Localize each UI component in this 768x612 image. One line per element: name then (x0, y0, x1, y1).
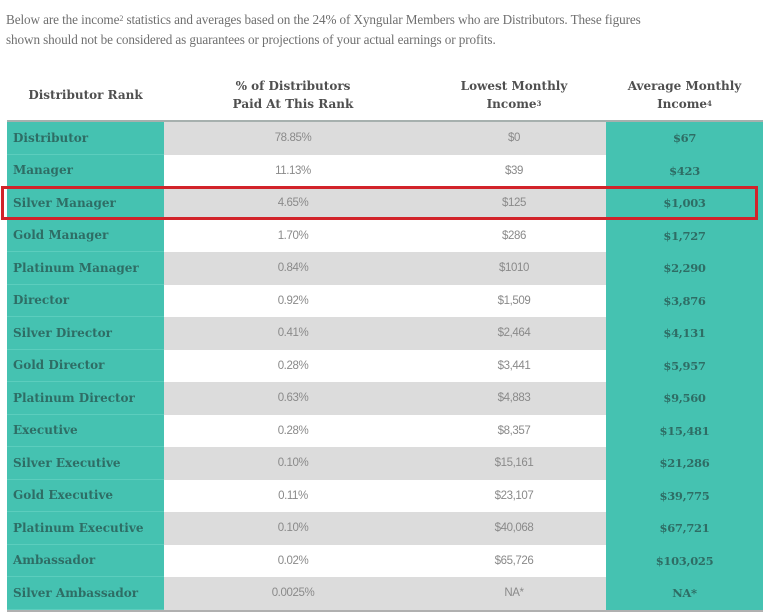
percent-cell: 1.70% (164, 219, 422, 252)
percent-cell: 0.63% (164, 382, 422, 415)
percent-cell: 0.10% (164, 447, 422, 480)
average-income-cell: $67,721 (606, 512, 763, 545)
average-income-cell: $103,025 (606, 544, 763, 577)
footnote-marker: 2 (119, 14, 124, 23)
table-row: Platinum Manager 0.84% $1010 $2,290 (7, 252, 763, 285)
table-row: Manager 11.13% $39 $423 (7, 154, 763, 187)
percent-cell: 0.10% (164, 512, 422, 545)
average-income-cell: NA* (606, 577, 763, 610)
average-income-cell: $9,560 (606, 382, 763, 415)
rank-cell: Ambassador (7, 544, 164, 577)
header-lowest-income: Lowest Monthly Income3 (460, 79, 568, 111)
rank-cell: Gold Executive (7, 479, 164, 512)
table-row: Silver Director 0.41% $2,464 $4,131 (7, 317, 763, 350)
rank-cell: Manager (7, 154, 164, 187)
table-row: Silver Ambassador 0.0025% NA* NA* (7, 577, 763, 610)
header-average-income: Average Monthly Income4 (627, 79, 742, 111)
table-row: Silver Manager 4.65% $125 $1,003 (7, 187, 763, 220)
header-rank: Distributor Rank (28, 88, 143, 102)
income-statistics-table: Distributor Rank % of Distributors Paid A… (1, 70, 763, 612)
intro-paragraph: Below are the income2 statistics and ave… (6, 10, 768, 50)
percent-cell: 0.92% (164, 284, 422, 317)
lowest-income-cell: $15,161 (422, 447, 606, 480)
percent-cell: 0.28% (164, 349, 422, 382)
rank-cell: Platinum Director (7, 382, 164, 415)
rank-cell: Silver Manager (7, 187, 164, 220)
lowest-income-cell: $0 (422, 122, 606, 155)
table-body: Distributor 78.85% $0 $67 Manager 11.13% $39 $4… (1, 120, 763, 612)
lowest-income-cell: $125 (422, 187, 606, 220)
table-row: Director 0.92% $1,509 $3,876 (7, 284, 763, 317)
lowest-income-cell: $65,726 (422, 544, 606, 577)
rank-cell: Platinum Manager (7, 252, 164, 285)
average-income-cell: $21,286 (606, 447, 763, 480)
header-percent: % of Distributors Paid At This Rank (232, 79, 354, 111)
average-income-cell: $4,131 (606, 317, 763, 350)
rank-cell: Executive (7, 414, 164, 447)
average-income-cell: $2,290 (606, 252, 763, 285)
lowest-income-cell: $23,107 (422, 479, 606, 512)
table-row: Gold Executive 0.11% $23,107 $39,775 (7, 479, 763, 512)
average-income-cell: $67 (606, 122, 763, 155)
rank-cell: Silver Executive (7, 447, 164, 480)
lowest-income-cell: $2,464 (422, 317, 606, 350)
rank-cell: Gold Manager (7, 219, 164, 252)
rank-cell: Silver Director (7, 317, 164, 350)
intro-line-2: shown should not be considered as guaran… (6, 32, 496, 47)
percent-cell: 0.84% (164, 252, 422, 285)
percent-cell: 4.65% (164, 187, 422, 220)
average-income-cell: $39,775 (606, 479, 763, 512)
average-income-cell: $1,003 (606, 187, 763, 220)
rank-cell: Platinum Executive (7, 512, 164, 545)
percent-cell: 11.13% (164, 154, 422, 187)
table-row: Silver Executive 0.10% $15,161 $21,286 (7, 447, 763, 480)
table-row: Ambassador 0.02% $65,726 $103,025 (7, 544, 763, 577)
lowest-income-cell: $39 (422, 154, 606, 187)
table-row: Gold Manager 1.70% $286 $1,727 (7, 219, 763, 252)
average-income-cell: $3,876 (606, 284, 763, 317)
average-income-cell: $5,957 (606, 349, 763, 382)
table-row: Distributor 78.85% $0 $67 (7, 122, 763, 155)
percent-cell: 78.85% (164, 122, 422, 155)
intro-line-1: Below are the income2 statistics and ave… (6, 12, 641, 27)
average-income-cell: $423 (606, 154, 763, 187)
lowest-income-cell: $1010 (422, 252, 606, 285)
percent-cell: 0.28% (164, 414, 422, 447)
percent-cell: 0.02% (164, 544, 422, 577)
lowest-income-cell: $1,509 (422, 284, 606, 317)
lowest-income-cell: $40,068 (422, 512, 606, 545)
percent-cell: 0.11% (164, 479, 422, 512)
lowest-income-cell: $4,883 (422, 382, 606, 415)
lowest-income-cell: $8,357 (422, 414, 606, 447)
table-row: Platinum Director 0.63% $4,883 $9,560 (7, 382, 763, 415)
percent-cell: 0.0025% (164, 577, 422, 610)
average-income-cell: $1,727 (606, 219, 763, 252)
rank-cell: Gold Director (7, 349, 164, 382)
lowest-income-cell: $286 (422, 219, 606, 252)
lowest-income-cell: NA* (422, 577, 606, 610)
percent-cell: 0.41% (164, 317, 422, 350)
average-income-cell: $15,481 (606, 414, 763, 447)
lowest-income-cell: $3,441 (422, 349, 606, 382)
table-row: Executive 0.28% $8,357 $15,481 (7, 414, 763, 447)
rank-cell: Silver Ambassador (7, 577, 164, 610)
table-row: Platinum Executive 0.10% $40,068 $67,721 (7, 512, 763, 545)
rank-cell: Distributor (7, 122, 164, 155)
table-row: Gold Director 0.28% $3,441 $5,957 (7, 349, 763, 382)
table-header: Distributor Rank % of Distributors Paid A… (7, 70, 763, 120)
rank-cell: Director (7, 284, 164, 317)
